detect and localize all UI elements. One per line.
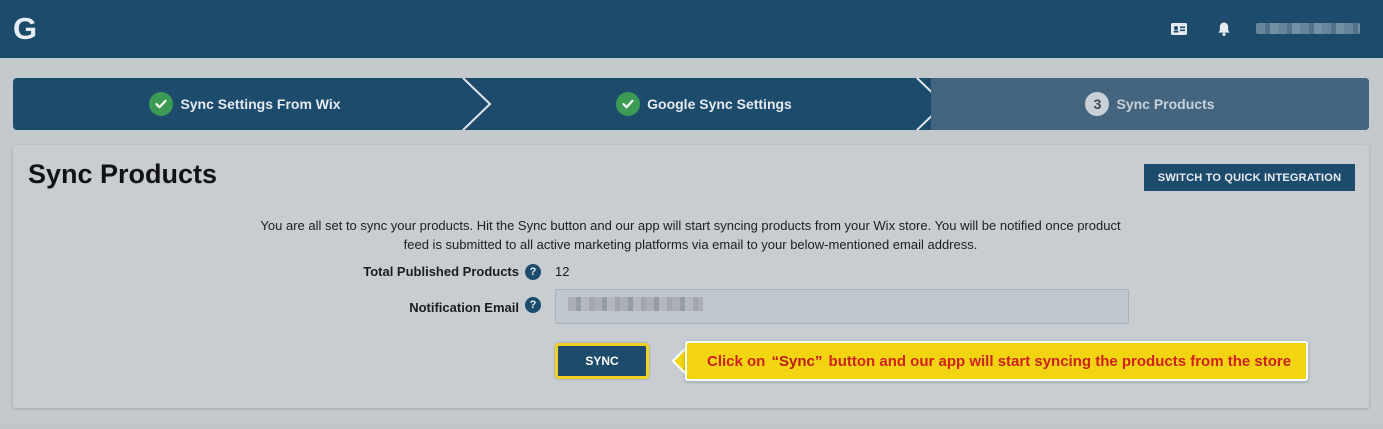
app-logo[interactable]: G xyxy=(13,13,43,45)
callout-text-prefix: Click on xyxy=(707,352,770,370)
help-icon[interactable]: ? xyxy=(525,297,541,313)
step-sync-products[interactable]: 3 Sync Products xyxy=(931,78,1369,130)
user-name-redacted[interactable] xyxy=(1256,23,1360,34)
sync-description: You are all set to sync your products. H… xyxy=(260,218,1121,252)
bottom-strip xyxy=(0,424,1383,429)
email-value-redacted xyxy=(568,297,703,311)
check-icon xyxy=(149,92,174,116)
callout-text-suffix: button and our app will start syncing th… xyxy=(824,352,1292,370)
step-number-badge: 3 xyxy=(1085,92,1110,116)
check-icon xyxy=(616,92,641,116)
profile-card-icon[interactable] xyxy=(1170,20,1188,38)
bell-icon[interactable] xyxy=(1215,20,1233,38)
notification-email-label: Notification Email xyxy=(409,300,519,315)
step-label: Sync Settings From Wix xyxy=(180,96,341,112)
total-published-products-value: 12 xyxy=(555,264,570,279)
page-title: Sync Products xyxy=(28,159,218,189)
callout-text-highlight: “Sync” xyxy=(771,352,823,370)
step-label: Sync Products xyxy=(1116,96,1215,112)
sync-button[interactable]: SYNC xyxy=(555,343,649,379)
top-bar: G xyxy=(0,0,1383,58)
progress-stepper: Sync Settings From Wix Google Sync Setti… xyxy=(13,78,1369,130)
sync-instruction-callout: Click on “Sync” button and our app will … xyxy=(685,341,1308,381)
step-google-sync-settings[interactable]: Google Sync Settings xyxy=(477,78,931,130)
total-published-products-label: Total Published Products xyxy=(363,264,519,279)
step-sync-settings-from-wix[interactable]: Sync Settings From Wix xyxy=(13,78,477,130)
switch-to-quick-integration-button[interactable]: SWITCH TO QUICK INTEGRATION xyxy=(1144,164,1355,191)
step-label: Google Sync Settings xyxy=(647,96,792,112)
help-icon[interactable]: ? xyxy=(525,264,541,280)
